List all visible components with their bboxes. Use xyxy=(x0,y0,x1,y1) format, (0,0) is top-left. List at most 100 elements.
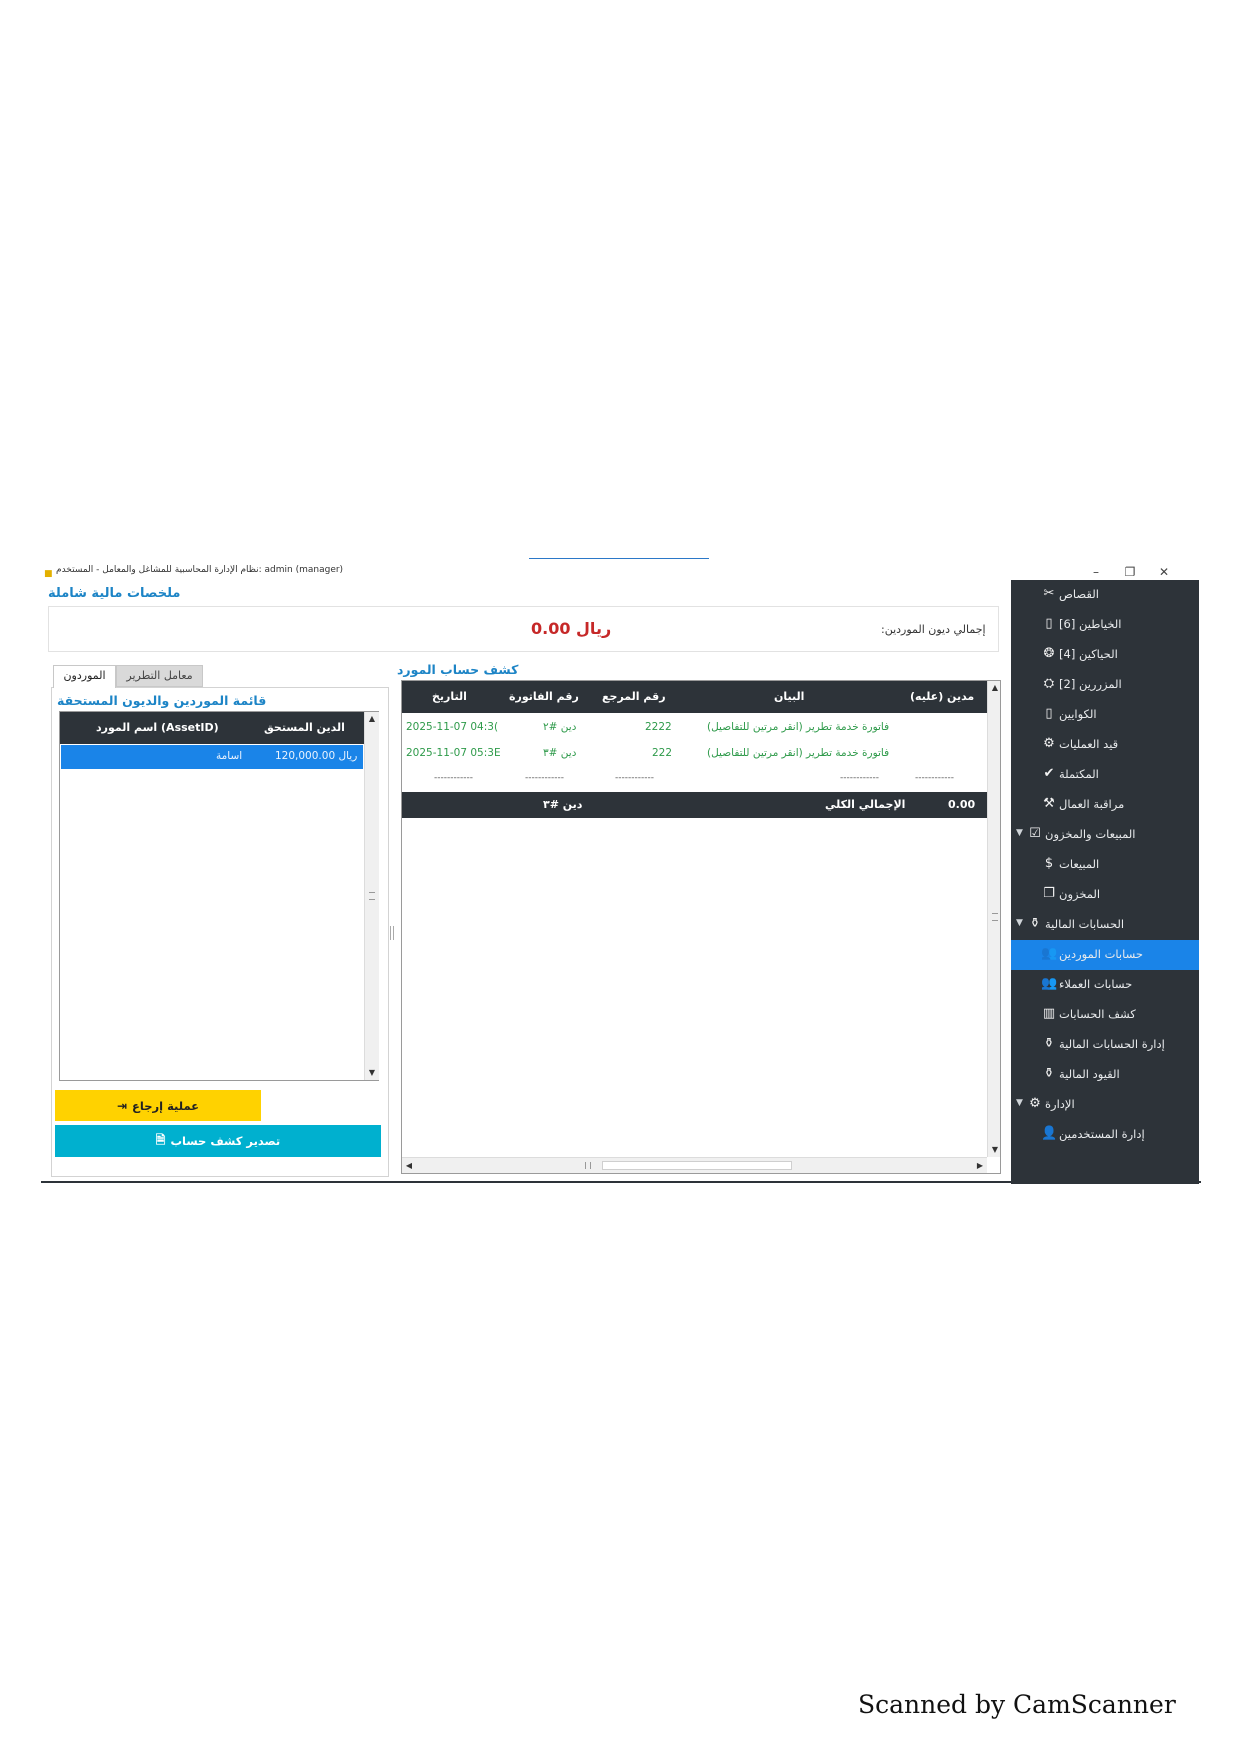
sidebar-item-cutters[interactable]: ✂ القصاص xyxy=(1011,580,1199,610)
sidebar-item-financial-accounts-management[interactable]: ⚱ إدارة الحسابات المالية xyxy=(1011,1030,1199,1060)
scroll-thumb[interactable] xyxy=(602,1161,792,1170)
tab-suppliers[interactable]: الموردون xyxy=(53,665,116,688)
scroll-grip[interactable] xyxy=(585,1162,591,1169)
scroll-down-icon[interactable]: ▼ xyxy=(988,1143,1000,1157)
money-bag-icon: ⚱ xyxy=(1043,1036,1055,1051)
title-bar[interactable]: ■ نظام الإدارة المحاسبية للمشاغل والمعام… xyxy=(41,560,1201,582)
sidebar-item-worker-monitoring[interactable]: ⚒ مراقبة العمال xyxy=(1011,790,1199,820)
scroll-right-icon[interactable]: ▶ xyxy=(973,1158,987,1173)
sidebar-item-label: مراقبة العمال xyxy=(1059,797,1125,811)
restore-button[interactable]: ❐ xyxy=(1115,562,1145,582)
statement-horizontal-scrollbar[interactable]: ◀ ▶ xyxy=(402,1157,987,1173)
column-header-description[interactable]: البيان xyxy=(774,690,804,703)
box-icon: ▯ xyxy=(1045,616,1053,631)
document-icon: 🗎 xyxy=(155,1132,166,1147)
minimize-button[interactable]: – xyxy=(1081,562,1111,582)
sidebar-item-supplier-accounts[interactable]: 👥 حسابات الموردين xyxy=(1011,940,1199,970)
sewing-machine-icon: ⛭ xyxy=(1043,676,1055,691)
table-row[interactable]: 2025-11-07 04:3( دين #٢ 2222 فاتورة خدمة… xyxy=(402,715,987,740)
inventory-icon: ❐ xyxy=(1043,886,1055,901)
chevron-down-icon[interactable]: ▼ xyxy=(1016,918,1023,928)
description-cell: فاتورة خدمة تطرير (انقر مرتين للتفاصيل) xyxy=(707,747,890,759)
suppliers-grid-header: اسم المورد (AssetID) الدين المستحق xyxy=(60,712,364,744)
statement-total-row: دين #٣ الإجمالي الكلي 0.00 xyxy=(402,792,987,818)
export-statement-button[interactable]: تصدير كشف حساب 🗎 xyxy=(55,1125,381,1157)
splitter-grip[interactable] xyxy=(390,926,394,940)
column-header-date[interactable]: التاريخ xyxy=(432,690,467,703)
yarn-icon: ❂ xyxy=(1043,646,1055,661)
scroll-left-icon[interactable]: ◀ xyxy=(402,1158,416,1173)
statement-grid[interactable]: التاريخ رقم الفاتورة رقم المرجع البيان م… xyxy=(401,680,1001,1174)
worker-icon: ⚒ xyxy=(1043,796,1055,811)
cog-icon: ⚙ xyxy=(1043,736,1055,751)
sidebar-item-user-management[interactable]: 👤 إدارة المستخدمين xyxy=(1011,1120,1199,1150)
separator-row: ------------ ------------ ------------ -… xyxy=(402,767,987,792)
column-header-reference[interactable]: رقم المرجع xyxy=(602,690,666,703)
sidebar-item-button-makers[interactable]: ⛭ المزررين [2] xyxy=(1011,670,1199,700)
column-header-debit[interactable]: مدين (عليه) xyxy=(910,690,974,703)
title-accent-line xyxy=(529,558,709,559)
separator-cell: ------------ xyxy=(840,773,879,783)
sidebar-item-in-progress[interactable]: ⚙ قيد العمليات xyxy=(1011,730,1199,760)
scroll-grip[interactable] xyxy=(992,913,998,921)
users-icon: 👥 xyxy=(1041,976,1058,991)
supplier-name-cell: اسامة xyxy=(216,750,243,762)
column-header-debt[interactable]: الدين المستحق xyxy=(264,721,345,734)
column-header-supplier-name[interactable]: اسم المورد (AssetID) xyxy=(96,721,219,734)
close-button[interactable]: ✕ xyxy=(1149,562,1179,582)
suppliers-grid[interactable]: اسم المورد (AssetID) الدين المستحق اسامة… xyxy=(59,711,379,1081)
suppliers-vertical-scrollbar[interactable]: ▲ ▼ xyxy=(364,712,379,1080)
sidebar-item-customer-accounts[interactable]: 👥 حسابات العملاء xyxy=(1011,970,1199,1000)
sidebar-item-label: المبيعات والمخزون xyxy=(1045,827,1136,841)
sidebar-item-pressers[interactable]: ▯ الكوايين xyxy=(1011,700,1199,730)
sidebar-item-completed[interactable]: ✔ المكتملة xyxy=(1011,760,1199,790)
table-row[interactable]: 2025-11-07 05:3E دين #٣ 222 فاتورة خدمة … xyxy=(402,741,987,766)
return-button-label: عملية إرجاع xyxy=(132,1098,200,1113)
statement-vertical-scrollbar[interactable]: ▲ ▼ xyxy=(987,681,1000,1157)
scroll-down-icon[interactable]: ▼ xyxy=(365,1066,379,1080)
table-row[interactable]: اسامة 120,000.00 ريال xyxy=(61,745,363,769)
sidebar-item-tailors[interactable]: ▯ الخياطين [6] xyxy=(1011,610,1199,640)
grand-total-value: 0.00 xyxy=(948,798,976,811)
window-title: نظام الإدارة المحاسبية للمشاغل والمعامل … xyxy=(56,565,344,575)
reference-cell: 222 xyxy=(652,747,673,759)
checkbox-icon: ☑ xyxy=(1029,826,1041,841)
chevron-down-icon[interactable]: ▼ xyxy=(1016,828,1023,838)
app-window: ■ نظام الإدارة المحاسبية للمشاغل والمعام… xyxy=(41,558,1201,1184)
sidebar-item-label: قيد العمليات xyxy=(1059,737,1119,751)
sidebar-item-sales-inventory[interactable]: ▼ ☑ المبيعات والمخزون xyxy=(1011,820,1199,850)
grand-total-label: الإجمالي الكلي xyxy=(825,798,906,811)
sidebar-item-label: إدارة الحسابات المالية xyxy=(1059,1037,1165,1051)
scroll-up-icon[interactable]: ▲ xyxy=(988,681,1000,695)
chevron-down-icon[interactable]: ▼ xyxy=(1016,1098,1023,1108)
sidebar-item-knitters[interactable]: ❂ الحياكين [4] xyxy=(1011,640,1199,670)
separator-cell: ------------ xyxy=(525,773,564,783)
sidebar-item-financial-accounts[interactable]: ▼ ⚱ الحسابات المالية xyxy=(1011,910,1199,940)
summary-box xyxy=(48,606,999,652)
total-invoice-cell: دين #٣ xyxy=(543,798,583,811)
window-bottom-border xyxy=(41,1181,1201,1183)
sidebar-item-inventory[interactable]: ❐ المخزون xyxy=(1011,880,1199,910)
statement-title: كشف حساب المورد xyxy=(397,662,519,677)
return-operation-button[interactable]: عملية إرجاع ⇥ xyxy=(55,1090,261,1121)
tab-embroidery-workshops[interactable]: معامل التطرير xyxy=(116,665,203,687)
column-header-invoice[interactable]: رقم الفاتورة xyxy=(509,690,579,703)
sidebar-item-administration[interactable]: ▼ ⚙ الإدارة xyxy=(1011,1090,1199,1120)
sidebar-item-label: المبيعات xyxy=(1059,857,1100,871)
sidebar-item-label: كشف الحسابات xyxy=(1059,1007,1136,1021)
panel-splitter[interactable] xyxy=(390,678,394,1178)
money-bag-icon: ⚱ xyxy=(1029,916,1041,931)
sidebar-item-label: المخزون xyxy=(1059,887,1101,901)
description-cell: فاتورة خدمة تطرير (انقر مرتين للتفاصيل) xyxy=(707,721,890,733)
sidebar-item-account-statements[interactable]: ▥ كشف الحسابات xyxy=(1011,1000,1199,1030)
summary-total-value: 0.00 ريال xyxy=(531,619,612,638)
export-button-label: تصدير كشف حساب xyxy=(170,1134,281,1148)
bar-chart-icon: ▥ xyxy=(1042,1006,1056,1021)
sidebar-item-label: الإدارة xyxy=(1045,1097,1075,1111)
sidebar-item-financial-entries[interactable]: ⚱ القيود المالية xyxy=(1011,1060,1199,1090)
sidebar-item-sales[interactable]: $ المبيعات xyxy=(1011,850,1199,880)
sidebar-item-label: المزررين [2] xyxy=(1059,677,1122,691)
settings-icon: ⚙ xyxy=(1029,1096,1041,1111)
scroll-grip[interactable] xyxy=(369,892,375,900)
scroll-up-icon[interactable]: ▲ xyxy=(365,712,379,726)
